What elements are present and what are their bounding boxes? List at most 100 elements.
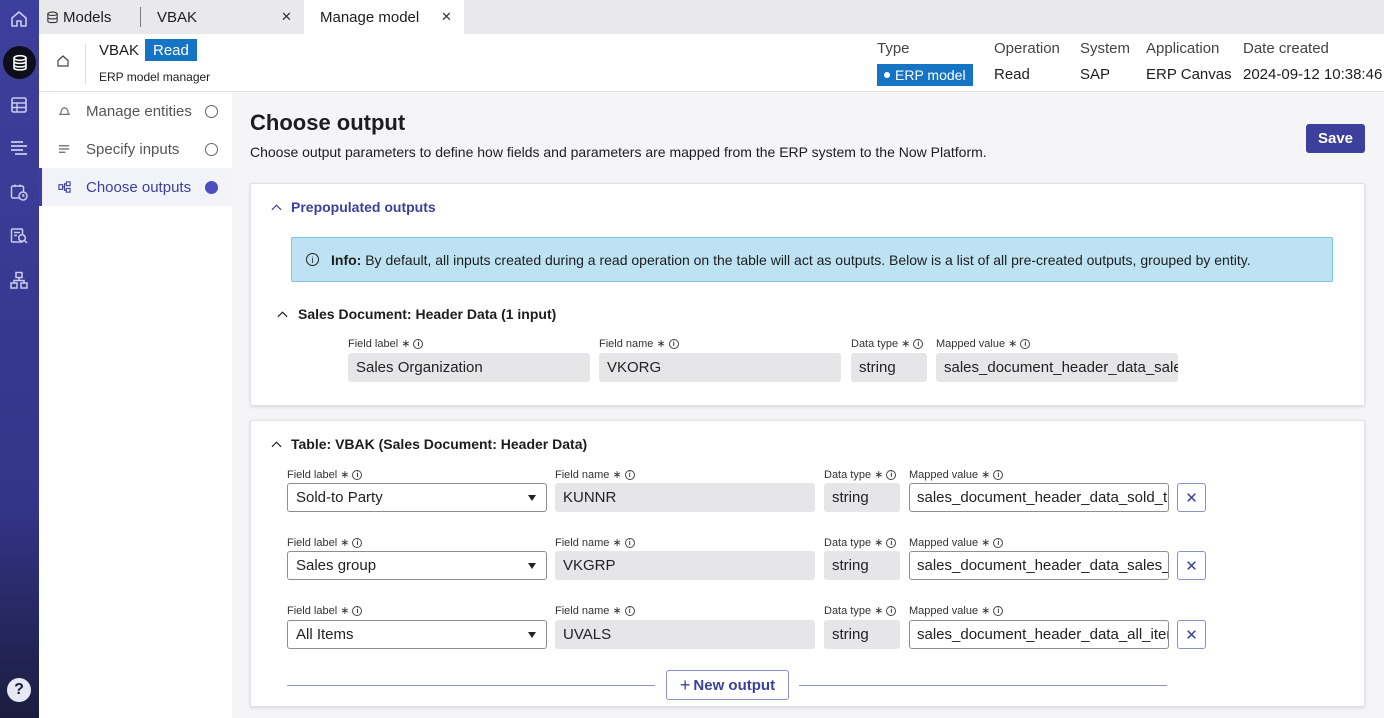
table-outputs-card: Table: VBAK (Sales Document: Header Data… xyxy=(250,420,1365,707)
search-records-icon[interactable] xyxy=(7,224,31,248)
mapped-value-input[interactable]: sales_document_header_data_all_items xyxy=(909,620,1169,649)
schedule-icon[interactable] xyxy=(7,180,31,204)
outputs-icon xyxy=(58,181,71,198)
hierarchy-icon[interactable] xyxy=(7,268,31,292)
operation-label: Operation xyxy=(994,40,1060,57)
remove-row-button[interactable]: ✕ xyxy=(1177,483,1206,512)
type-value: ERP model xyxy=(895,67,966,83)
app-rail: ? xyxy=(0,0,39,718)
main-content: Choose output Choose output parameters t… xyxy=(232,92,1384,718)
group-title: Sales Document: Header Data (1 input) xyxy=(298,306,557,322)
field-name-heading: Field name ∗ i xyxy=(555,604,635,617)
data-type-readonly: string xyxy=(824,483,900,512)
field-name-readonly: KUNNR xyxy=(555,483,815,512)
info-icon: i xyxy=(624,470,635,481)
sidebar-item-manage-entities[interactable]: Manage entities xyxy=(39,92,232,130)
prepopulated-title: Prepopulated outputs xyxy=(291,199,436,215)
field-name-readonly: VKORG xyxy=(599,353,841,382)
model-subtitle: ERP model manager xyxy=(99,70,211,84)
data-type-readonly: string xyxy=(851,353,927,382)
caret-down-icon xyxy=(528,495,536,501)
model-header: VBAK Read ERP model manager Type ERP mod… xyxy=(39,34,1384,92)
field-label-heading: Field label ∗ i xyxy=(287,604,363,617)
step-status-icon xyxy=(205,180,218,194)
close-icon[interactable]: ✕ xyxy=(441,9,452,25)
data-type-heading: Data type ∗ i xyxy=(824,536,897,549)
application-value: ERP Canvas xyxy=(1146,66,1232,83)
field-label-select[interactable]: All Items xyxy=(287,620,547,649)
field-label-select[interactable]: Sold-to Party xyxy=(287,483,547,512)
data-type-heading: Data type ∗ i xyxy=(851,337,924,350)
date-created-label: Date created xyxy=(1243,40,1329,57)
info-icon: i xyxy=(886,538,897,549)
sidebar-item-specify-inputs[interactable]: Specify inputs xyxy=(39,130,232,168)
date-created-value: 2024-09-12 10:38:46 xyxy=(1243,66,1383,83)
remove-row-button[interactable]: ✕ xyxy=(1177,551,1206,580)
field-label-heading: Field label ∗ i xyxy=(287,536,363,549)
prepopulated-toggle[interactable]: Prepopulated outputs xyxy=(271,199,436,215)
field-name-readonly: VKGRP xyxy=(555,551,815,580)
tab-manage-label: Manage model xyxy=(320,8,420,26)
data-type-heading: Data type ∗ i xyxy=(824,604,897,617)
info-banner: i Info: By default, all inputs created d… xyxy=(291,237,1333,282)
tab-models[interactable]: Models xyxy=(46,0,146,34)
chevron-up-icon xyxy=(271,203,282,210)
close-icon: ✕ xyxy=(1185,557,1198,575)
mapped-value-readonly: sales_document_header_data_sales_ xyxy=(936,353,1178,382)
layers-icon[interactable] xyxy=(7,136,31,160)
plus-icon: + xyxy=(679,674,691,695)
field-name-heading: Field name ∗ i xyxy=(555,468,635,481)
chevron-up-icon xyxy=(277,310,288,317)
tab-divider xyxy=(140,7,141,27)
database-icon[interactable] xyxy=(3,46,36,79)
tab-manage-model[interactable]: Manage model ✕ xyxy=(304,0,464,34)
read-badge: Read xyxy=(145,39,197,61)
new-output-button[interactable]: + New output xyxy=(666,670,789,700)
field-name-readonly: UVALS xyxy=(555,620,815,649)
sidebar-item-label: Choose outputs xyxy=(86,178,192,196)
home-icon[interactable] xyxy=(7,7,31,31)
sidebar-item-choose-outputs[interactable]: Choose outputs xyxy=(39,168,232,206)
tab-bar: Models VBAK ✕ Manage model ✕ xyxy=(39,0,1384,34)
info-icon: i xyxy=(1020,339,1031,350)
table-toggle[interactable]: Table: VBAK (Sales Document: Header Data… xyxy=(271,436,587,452)
chevron-up-icon xyxy=(271,440,282,447)
prepopulated-outputs-card: Prepopulated outputs i Info: By default,… xyxy=(250,183,1365,406)
mapped-value-input[interactable]: sales_document_header_data_sold_to_ xyxy=(909,483,1169,512)
data-type-readonly: string xyxy=(824,620,900,649)
model-name: VBAK xyxy=(99,42,140,59)
field-name-heading: Field name ∗ i xyxy=(555,536,635,549)
info-icon: i xyxy=(993,470,1004,481)
home-icon[interactable] xyxy=(56,54,70,73)
step-status-icon xyxy=(205,142,218,156)
remove-row-button[interactable]: ✕ xyxy=(1177,620,1206,649)
type-badge: ERP model xyxy=(877,64,973,86)
help-icon[interactable]: ? xyxy=(7,678,31,702)
info-icon: i xyxy=(913,339,924,350)
sidebar-item-label: Manage entities xyxy=(86,102,192,120)
mapped-value-input[interactable]: sales_document_header_data_sales_gro xyxy=(909,551,1169,580)
field-label-select[interactable]: Sales group xyxy=(287,551,547,580)
type-label: Type xyxy=(877,40,910,57)
page-description: Choose output parameters to define how f… xyxy=(250,144,987,160)
caret-down-icon xyxy=(528,563,536,569)
caret-down-icon xyxy=(528,632,536,638)
close-icon: ✕ xyxy=(1185,626,1198,644)
close-icon[interactable]: ✕ xyxy=(281,9,292,25)
tab-vbak-label: VBAK xyxy=(157,8,198,26)
operation-value: Read xyxy=(994,66,1030,83)
mapped-value-heading: Mapped value ∗ i xyxy=(936,337,1031,350)
save-button[interactable]: Save xyxy=(1306,124,1365,153)
tab-vbak[interactable]: VBAK ✕ xyxy=(157,0,297,34)
group-toggle[interactable]: Sales Document: Header Data (1 input) xyxy=(277,306,556,322)
database-small-icon xyxy=(47,11,58,23)
info-icon: i xyxy=(624,538,635,549)
system-value: SAP xyxy=(1080,66,1111,83)
table-title: Table: VBAK (Sales Document: Header Data… xyxy=(291,436,588,452)
info-text: By default, all inputs created during a … xyxy=(361,251,1251,268)
table-icon[interactable] xyxy=(7,93,31,117)
field-label-heading: Field label ∗ i xyxy=(348,337,424,350)
close-icon: ✕ xyxy=(1185,489,1198,507)
info-icon: i xyxy=(413,339,424,350)
page-title: Choose output xyxy=(250,110,406,135)
